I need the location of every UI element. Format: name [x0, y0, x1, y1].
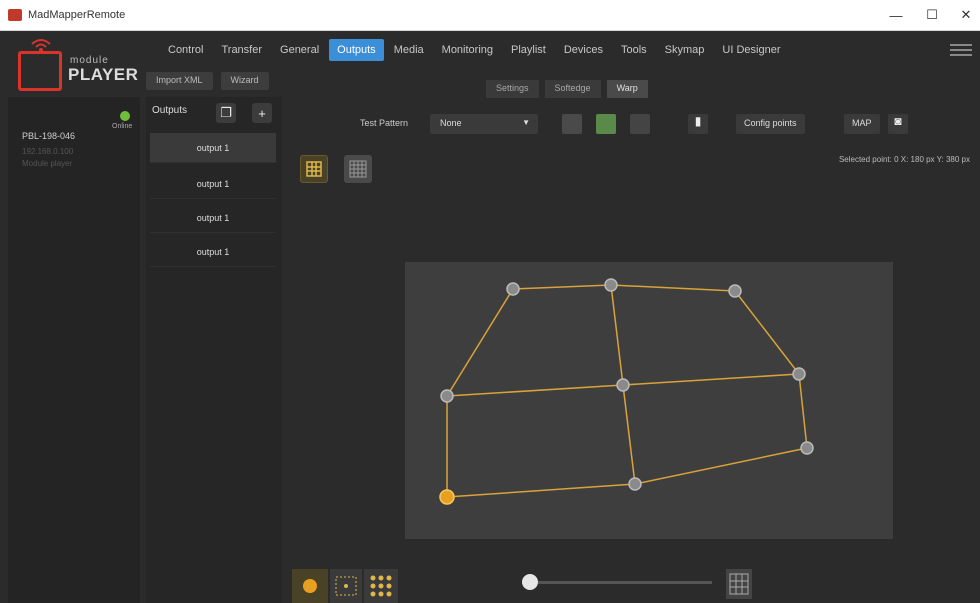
edge-select-icon[interactable] — [330, 569, 362, 603]
point-select-icon[interactable] — [292, 569, 328, 603]
menu-outputs[interactable]: Outputs — [329, 39, 384, 61]
mouse-icon[interactable]: ▮ — [688, 114, 708, 134]
bottom-bar — [290, 569, 980, 603]
outputs-panel: Outputs ❐ + output 1 output 1 output 1 o… — [146, 97, 282, 603]
device-panel: Online PBL-198-046 192.168.0.100 Module … — [8, 97, 140, 603]
output-item[interactable]: output 1 — [150, 203, 276, 233]
sub-buttons: Import XML Wizard — [146, 72, 269, 90]
duplicate-icon[interactable]: ❐ — [216, 103, 236, 123]
map-button[interactable]: MAP — [844, 114, 880, 134]
config-points-button[interactable]: Config points — [736, 114, 805, 134]
menu-control[interactable]: Control — [160, 39, 211, 61]
camera-icon[interactable]: ◙ — [888, 114, 908, 134]
output-sub-tabs: Settings Softedge Warp — [486, 80, 648, 98]
warp-canvas[interactable] — [405, 262, 893, 539]
warp-toolbar: Test Pattern None ▼ ▮ Config points MAP … — [290, 111, 980, 139]
window-title: MadMapperRemote — [28, 9, 126, 21]
menu-ui-designer[interactable]: UI Designer — [714, 39, 788, 61]
grid-view-icon[interactable] — [726, 569, 752, 599]
output-item[interactable]: output 1 — [150, 133, 276, 163]
warp-point — [728, 284, 742, 298]
add-output-icon[interactable]: + — [252, 103, 272, 123]
test-pattern-label: Test Pattern — [360, 118, 409, 128]
online-status-icon — [120, 111, 130, 121]
selected-point-coords: Selected point: 0 X: 180 px Y: 380 px — [838, 155, 970, 164]
grid-3x3-icon[interactable] — [300, 155, 328, 183]
window-title-bar: MadMapperRemote — ☐ ✕ — [0, 0, 980, 31]
menu-tools[interactable]: Tools — [613, 39, 655, 61]
zoom-slider-knob[interactable] — [522, 574, 538, 590]
maximize-button[interactable]: ☐ — [918, 6, 946, 24]
tab-softedge[interactable]: Softedge — [544, 80, 601, 98]
app-icon — [8, 9, 22, 21]
output-item[interactable]: output 1 — [150, 237, 276, 267]
warp-point — [506, 282, 520, 296]
warp-grid[interactable] — [405, 262, 893, 539]
multi-point-icon[interactable] — [364, 569, 398, 603]
tab-settings[interactable]: Settings — [486, 80, 539, 98]
menu-transfer[interactable]: Transfer — [213, 39, 270, 61]
minimize-button[interactable]: — — [882, 6, 910, 24]
main-menu: Control Transfer General Outputs Media M… — [160, 39, 789, 61]
outputs-title: Outputs — [152, 105, 188, 116]
device-name[interactable]: PBL-198-046 — [22, 131, 75, 141]
menu-playlist[interactable]: Playlist — [503, 39, 554, 61]
device-info-line: 192.168.0.100 — [22, 147, 74, 156]
logo-text: PLAYER — [66, 65, 141, 85]
warp-point — [800, 441, 814, 455]
warp-point — [616, 378, 630, 392]
logo-frame — [18, 51, 62, 91]
app-body: module PLAYER Control Transfer General O… — [0, 31, 980, 603]
crosshair-icon[interactable] — [630, 114, 650, 134]
device-info-line: Module player — [22, 159, 73, 168]
warp-point — [628, 477, 642, 491]
menu-skymap[interactable]: Skymap — [657, 39, 713, 61]
menu-monitoring[interactable]: Monitoring — [434, 39, 501, 61]
grid-off-icon[interactable] — [562, 114, 582, 134]
status-label: Online — [112, 123, 133, 130]
test-pattern-select[interactable]: None ▼ — [430, 114, 538, 134]
warp-point — [604, 278, 618, 292]
menu-media[interactable]: Media — [386, 39, 432, 61]
warp-point — [440, 389, 454, 403]
warp-point — [792, 367, 806, 381]
zoom-slider-track[interactable] — [522, 581, 712, 584]
close-button[interactable]: ✕ — [952, 6, 980, 24]
import-xml-button[interactable]: Import XML — [146, 72, 213, 90]
logo: module PLAYER — [16, 37, 141, 95]
hamburger-icon[interactable] — [950, 41, 972, 59]
grid-4x4-icon[interactable] — [344, 155, 372, 183]
grid-on-icon[interactable] — [596, 114, 616, 134]
wizard-button[interactable]: Wizard — [220, 72, 269, 90]
chevron-down-icon: ▼ — [522, 118, 530, 127]
tab-warp[interactable]: Warp — [606, 80, 648, 98]
test-pattern-value: None — [440, 118, 462, 128]
menu-devices[interactable]: Devices — [556, 39, 611, 61]
warp-point-selected — [439, 489, 455, 505]
output-item[interactable]: output 1 — [150, 169, 276, 199]
menu-general[interactable]: General — [272, 39, 327, 61]
